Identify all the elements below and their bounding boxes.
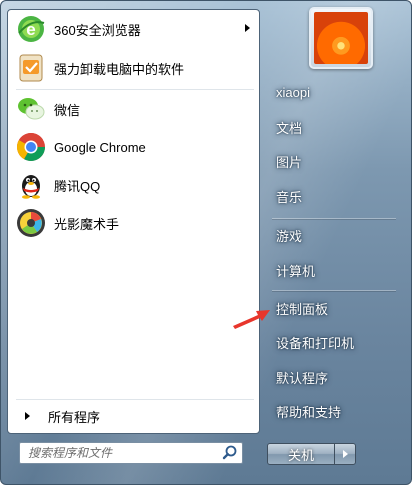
link-label: 游戏 bbox=[276, 228, 303, 244]
program-uninstaller[interactable]: 强力卸载电脑中的软件 bbox=[11, 49, 257, 87]
all-programs-label: 所有程序 bbox=[48, 409, 101, 425]
link-label: 设备和打印机 bbox=[276, 335, 355, 351]
flower-avatar bbox=[314, 12, 368, 64]
program-label: 强力卸载电脑中的软件 bbox=[54, 61, 185, 77]
link-music[interactable]: 音乐 bbox=[268, 180, 396, 212]
program-tencent-qq[interactable]: 腾讯QQ bbox=[11, 166, 257, 204]
program-label: Google Chrome bbox=[54, 139, 146, 155]
wechat-icon bbox=[18, 98, 45, 120]
link-label: 帮助和支持 bbox=[276, 404, 342, 420]
expand-arrow-icon bbox=[25, 412, 30, 420]
link-label: 计算机 bbox=[276, 263, 316, 279]
link-label: 图片 bbox=[276, 154, 303, 170]
separator bbox=[272, 290, 396, 291]
link-label: 默认程序 bbox=[276, 370, 329, 386]
program-label: 微信 bbox=[54, 102, 81, 118]
qq-penguin-icon bbox=[22, 175, 40, 199]
uninstall-icon bbox=[19, 54, 43, 82]
program-google-chrome[interactable]: Google Chrome bbox=[11, 128, 257, 166]
program-360-browser[interactable]: e 360安全浏览器 bbox=[11, 10, 257, 48]
chrome-icon bbox=[17, 133, 45, 161]
link-documents[interactable]: 文档 bbox=[268, 111, 396, 143]
all-programs-button[interactable]: 所有程序 bbox=[11, 404, 257, 428]
search-input[interactable] bbox=[20, 443, 221, 463]
annotation-arrow-icon bbox=[233, 310, 270, 329]
arrow-right-icon bbox=[342, 450, 348, 458]
link-user-folder[interactable]: xiaopi bbox=[268, 76, 396, 108]
program-label: 360安全浏览器 bbox=[54, 22, 141, 38]
program-label: 腾讯QQ bbox=[54, 178, 101, 194]
link-label: xiaopi bbox=[276, 84, 310, 100]
search-box[interactable] bbox=[19, 442, 243, 464]
link-label: 文档 bbox=[276, 120, 303, 136]
separator bbox=[16, 399, 254, 400]
neoimaging-icon bbox=[17, 209, 45, 237]
program-label: 光影魔术手 bbox=[54, 216, 120, 232]
shutdown-options-button[interactable] bbox=[334, 443, 356, 465]
shutdown-label: 关机 bbox=[287, 447, 314, 463]
program-neoimaging[interactable]: 光影魔术手 bbox=[11, 204, 257, 242]
user-account-picture[interactable] bbox=[309, 7, 373, 69]
programs-panel: e 360安全浏览器 强力卸载电脑中的软件 微信 Google Chrome 腾… bbox=[7, 9, 260, 434]
search-icon[interactable] bbox=[221, 444, 239, 462]
link-computer[interactable]: 计算机 bbox=[268, 254, 396, 286]
link-pictures[interactable]: 图片 bbox=[268, 145, 396, 177]
link-label: 音乐 bbox=[276, 189, 303, 205]
program-wechat[interactable]: 微信 bbox=[11, 90, 257, 128]
link-devices-printers[interactable]: 设备和打印机 bbox=[268, 326, 396, 358]
link-default-programs[interactable]: 默认程序 bbox=[268, 361, 396, 393]
link-control-panel[interactable]: 控制面板 bbox=[268, 292, 396, 324]
link-games[interactable]: 游戏 bbox=[268, 219, 396, 251]
360-browser-icon: e bbox=[18, 16, 45, 42]
submenu-arrow-icon[interactable] bbox=[245, 24, 250, 32]
link-help-support[interactable]: 帮助和支持 bbox=[268, 395, 396, 427]
link-label: 控制面板 bbox=[276, 301, 329, 317]
shutdown-button[interactable]: 关机 bbox=[267, 443, 335, 465]
